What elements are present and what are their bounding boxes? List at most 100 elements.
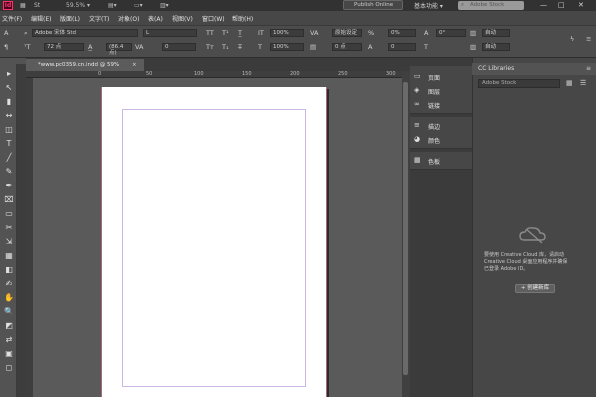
line-tool-icon[interactable]: ╱	[3, 152, 15, 163]
strikethrough-icon[interactable]: T̶	[238, 43, 242, 51]
pen-tool-icon[interactable]: ✒	[3, 180, 15, 191]
bridge-icon[interactable]: ▦	[20, 2, 32, 9]
menu-object[interactable]: 对象(O)	[118, 14, 139, 23]
vertical-scale-field[interactable]: 100%	[270, 29, 304, 37]
cc-panel-menu-icon[interactable]: ≡	[586, 65, 591, 72]
subscript-icon[interactable]: T₁	[222, 43, 229, 51]
character-spacing-icon: ▥	[470, 29, 477, 37]
view-options-icon[interactable]: ▤▾	[108, 2, 120, 9]
horizontal-scale-field[interactable]: 100%	[270, 43, 304, 51]
cc-libraries-tab[interactable]: CC Libraries	[472, 63, 596, 75]
close-tab-icon[interactable]: ×	[132, 59, 137, 71]
all-caps-icon[interactable]: TT	[206, 29, 214, 37]
tracking-icon: VA	[135, 43, 144, 51]
baseline-field[interactable]: 0 点	[332, 43, 362, 51]
adobe-stock-search[interactable]: ⌕ Adobe Stock	[458, 1, 524, 10]
menu-table[interactable]: 表(A)	[148, 14, 163, 23]
menu-window[interactable]: 窗口(W)	[202, 14, 225, 23]
document-tab-bar: *www.pc0359.cn.indd @ 59% ×	[26, 58, 410, 71]
color-icon[interactable]: ◕	[414, 135, 420, 143]
pages-icon[interactable]: ▭	[414, 72, 421, 80]
gradient-feather-tool-icon[interactable]: ◧	[3, 264, 15, 275]
panel-menu-icon[interactable]: ≡	[586, 35, 591, 43]
kerning-field[interactable]: 原始设定	[332, 29, 362, 37]
direct-selection-tool-icon[interactable]: ↖	[3, 82, 15, 93]
leading-field[interactable]: (86.4 点)	[106, 43, 132, 56]
workspace-switcher[interactable]: 基本功能 ▾	[414, 1, 443, 10]
create-library-button[interactable]: + 创建新库	[515, 284, 555, 293]
percent-field[interactable]: 0%	[388, 29, 416, 37]
panel-pages[interactable]: 页面	[428, 73, 440, 82]
fill-stroke-tool-icon[interactable]: ◩	[3, 320, 15, 331]
stroke-icon[interactable]: ≡	[414, 121, 420, 129]
grid-view-icon[interactable]: ▦	[566, 79, 573, 87]
kerning2-field[interactable]: 0	[388, 43, 416, 51]
screen-mode-icon[interactable]: ▭▾	[134, 2, 146, 9]
view-mode-tool-icon[interactable]: ▣	[3, 348, 15, 359]
paragraph-format-icon[interactable]: ¶	[4, 43, 8, 51]
vertical-ruler[interactable]	[26, 78, 33, 397]
gradient-tool-icon[interactable]: ▦	[3, 250, 15, 261]
pencil-tool-icon[interactable]: ✎	[3, 166, 15, 177]
superscript-icon[interactable]: T¹	[222, 29, 229, 37]
menu-edit[interactable]: 编辑(E)	[31, 14, 51, 23]
note-tool-icon[interactable]: ✍	[3, 278, 15, 289]
preview-tool-icon[interactable]: ◻	[3, 362, 15, 373]
arrange-documents-icon[interactable]: ▥▾	[160, 2, 172, 9]
menu-layout[interactable]: 版面(L)	[60, 14, 80, 23]
rectangle-frame-tool-icon[interactable]: ⌧	[3, 194, 15, 205]
hand-tool-icon[interactable]: ✋	[3, 292, 15, 303]
stock-icon[interactable]: St	[34, 2, 46, 9]
font-family-field[interactable]: Adobe 宋体 Std	[32, 29, 138, 37]
character-format-icon[interactable]: A	[4, 29, 8, 37]
swap-tool-icon[interactable]: ⇄	[3, 334, 15, 345]
tracking-field[interactable]: 0	[162, 43, 196, 51]
panel-layers[interactable]: 图层	[428, 87, 440, 96]
font-style-field[interactable]: L	[143, 29, 197, 37]
panel-links[interactable]: 链接	[428, 101, 440, 110]
panel-stroke[interactable]: 描边	[428, 122, 440, 131]
links-icon[interactable]: ∞	[414, 100, 420, 108]
skew-field[interactable]: 0°	[436, 29, 466, 37]
horizontal-ruler[interactable]: 0 50 100 150 200 250 300	[26, 71, 402, 78]
font-size-field[interactable]: 72 点	[44, 43, 84, 51]
auto-field-2[interactable]: 自动	[482, 43, 510, 51]
scissors-tool-icon[interactable]: ✂	[3, 222, 15, 233]
maximize-button[interactable]: □	[558, 1, 565, 9]
underline-icon[interactable]: T̲	[238, 29, 242, 37]
panel-color[interactable]: 颜色	[428, 136, 440, 145]
font-search-icon: ⌕	[24, 29, 28, 37]
baseline-shift-icon: A	[424, 29, 429, 37]
scrollbar-thumb[interactable]	[403, 82, 408, 375]
auto-field-1[interactable]: 自动	[482, 29, 510, 37]
menu-view[interactable]: 视图(V)	[172, 14, 193, 23]
lightning-icon[interactable]: ϟ	[570, 35, 574, 43]
layers-icon[interactable]: ◈	[414, 86, 419, 94]
rectangle-tool-icon[interactable]: ▭	[3, 208, 15, 219]
type-tool-icon[interactable]: T	[3, 138, 15, 149]
content-collector-tool-icon[interactable]: ◫	[3, 124, 15, 135]
menu-file[interactable]: 文件(F)	[2, 14, 22, 23]
selection-tool-icon[interactable]: ▸	[3, 68, 15, 79]
list-view-icon[interactable]: ☰	[580, 79, 586, 87]
close-button[interactable]: ✕	[578, 1, 584, 9]
cc-library-dropdown[interactable]: Adobe Stock	[478, 79, 560, 88]
swatches-icon[interactable]: ▦	[414, 156, 421, 164]
leading-icon: A̲	[88, 43, 93, 51]
publish-online-button[interactable]: Publish Online	[343, 0, 403, 10]
gap-tool-icon[interactable]: ↔	[3, 110, 15, 121]
menu-help[interactable]: 帮助(H)	[232, 14, 253, 23]
small-caps-icon[interactable]: Tᴛ	[206, 43, 214, 51]
menu-type[interactable]: 文字(T)	[89, 14, 109, 23]
app-logo: Id	[3, 1, 13, 10]
panel-swatches[interactable]: 色板	[428, 157, 440, 166]
document-tab[interactable]: *www.pc0359.cn.indd @ 59% ×	[26, 59, 144, 71]
free-transform-tool-icon[interactable]: ⇲	[3, 236, 15, 247]
ruler-tick-label: 200	[290, 71, 300, 77]
minimize-button[interactable]: —	[540, 1, 547, 9]
zoom-tool-icon[interactable]: 🔍	[3, 306, 15, 317]
horizontal-scale-icon: T	[258, 43, 262, 51]
tsume-icon: ▤	[310, 43, 317, 51]
page-tool-icon[interactable]: ▮	[3, 96, 15, 107]
zoom-level[interactable]: 59.5% ▾	[66, 2, 90, 9]
